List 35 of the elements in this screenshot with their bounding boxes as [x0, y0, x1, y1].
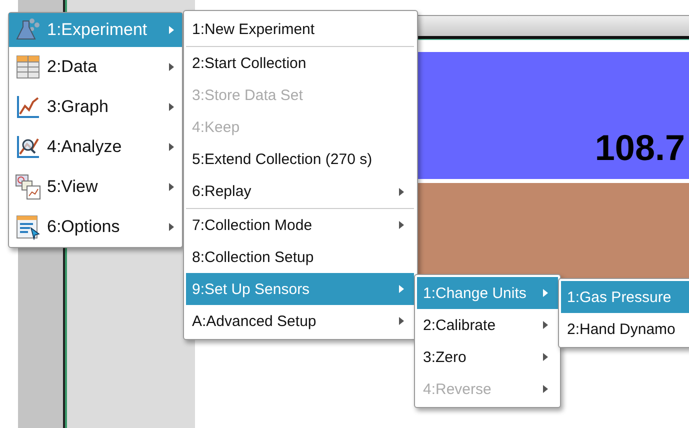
caret-icon: [169, 103, 174, 111]
caret-icon: [169, 26, 174, 34]
menu-item[interactable]: 1:New Experiment: [186, 13, 414, 47]
menu-item[interactable]: 6:Options: [9, 207, 182, 247]
caret-icon: [543, 385, 548, 393]
menu-item[interactable]: 2:Hand Dynamo: [561, 313, 689, 345]
caret-icon: [169, 143, 174, 151]
menu-item[interactable]: 2:Data: [9, 47, 182, 87]
caret-icon: [543, 289, 548, 297]
caret-icon: [169, 63, 174, 71]
menu-item[interactable]: 3:Zero: [417, 341, 558, 373]
menu-item[interactable]: 7:Collection Mode: [186, 209, 414, 241]
caret-icon: [543, 353, 548, 361]
menu-item[interactable]: 5:View: [9, 167, 182, 207]
meter-reading: 108.7: [594, 127, 685, 169]
caret-icon: [543, 321, 548, 329]
caret-icon: [169, 183, 174, 191]
menu-item[interactable]: 3:Graph: [9, 87, 182, 127]
menu-item[interactable]: 6:Replay: [186, 175, 414, 209]
menu-item[interactable]: 4:Analyze: [9, 127, 182, 167]
menu-item[interactable]: 5:Extend Collection (270 s): [186, 143, 414, 175]
caret-icon: [169, 223, 174, 231]
caret-icon: [399, 221, 404, 229]
menu-item[interactable]: 2:Calibrate: [417, 309, 558, 341]
caret-icon: [399, 317, 404, 325]
menu-item[interactable]: 2:Start Collection: [186, 47, 414, 79]
line-graph-icon: [15, 94, 41, 120]
windows-icon: [15, 174, 41, 200]
menu-item[interactable]: A:Advanced Setup: [186, 305, 414, 337]
caret-icon: [399, 285, 404, 293]
table-icon: [15, 54, 41, 80]
menu-item[interactable]: 8:Collection Setup: [186, 241, 414, 273]
magnified-graph-icon: [15, 134, 41, 160]
caret-icon: [399, 188, 404, 196]
list-pointer-icon: [15, 214, 41, 240]
